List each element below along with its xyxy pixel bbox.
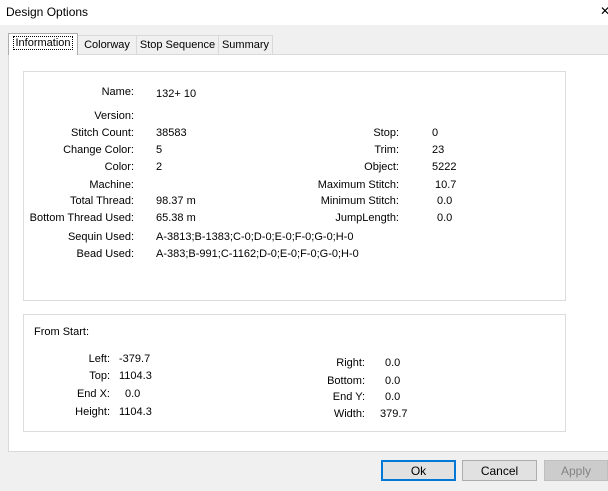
top-label: Top: bbox=[89, 370, 110, 382]
stop-label: Stop: bbox=[373, 127, 399, 139]
bead-used-label: Bead Used: bbox=[76, 248, 134, 260]
change-color-label: Change Color: bbox=[63, 144, 134, 156]
bottom-thread-value: 65.38 m bbox=[156, 212, 196, 224]
total-thread-label: Total Thread: bbox=[69, 195, 134, 207]
name-label: Name: bbox=[101, 86, 134, 98]
stop-value: 0 bbox=[432, 127, 439, 139]
trim-label: Trim: bbox=[374, 144, 399, 156]
trim-value: 23 bbox=[432, 144, 445, 156]
change-color-value: 5 bbox=[156, 144, 163, 156]
bead-used-value: A-383;B-991;C-1162;D-0;E-0;F-0;G-0;H-0 bbox=[156, 248, 359, 260]
bottom-value: 0.0 bbox=[385, 375, 401, 387]
window-title: Design Options bbox=[6, 5, 89, 19]
sequin-used-label: Sequin Used: bbox=[67, 231, 134, 243]
right-value: 0.0 bbox=[385, 357, 401, 369]
maximum-stitch-label: Maximum Stitch: bbox=[317, 179, 399, 191]
ok-button[interactable]: Ok bbox=[381, 460, 456, 481]
stitch-count-value: 38583 bbox=[156, 127, 187, 139]
bottom-thread-label: Bottom Thread Used: bbox=[29, 212, 134, 224]
minimum-stitch-value: 0.0 bbox=[437, 195, 453, 207]
jump-length-label: JumpLength: bbox=[335, 212, 399, 224]
total-thread-value: 98.37 m bbox=[156, 195, 196, 207]
sequin-used-value: A-3813;B-1383;C-0;D-0;E-0;F-0;G-0;H-0 bbox=[156, 231, 354, 243]
name-value: 132+ 10 bbox=[156, 88, 197, 100]
machine-label: Machine: bbox=[89, 179, 134, 191]
end-x-value: 0.0 bbox=[125, 388, 141, 400]
stitch-count-label: Stitch Count: bbox=[71, 127, 134, 139]
from-start-heading: From Start: bbox=[34, 326, 90, 338]
end-y-label: End Y: bbox=[332, 391, 365, 403]
jump-length-value: 0.0 bbox=[437, 212, 453, 224]
title-bar: Design Options ✕ bbox=[0, 0, 608, 25]
information-tab-page: Name: 132+ 10 Version: Stitch Count: 385… bbox=[8, 54, 608, 452]
maximum-stitch-value: 10.7 bbox=[435, 179, 457, 191]
color-label: Color: bbox=[104, 161, 134, 173]
design-options-dialog: Design Options ✕ Information Colorway St… bbox=[0, 0, 608, 491]
close-icon[interactable]: ✕ bbox=[600, 4, 608, 18]
version-label: Version: bbox=[94, 110, 134, 122]
tab-colorway[interactable]: Colorway bbox=[77, 35, 137, 54]
height-label: Height: bbox=[75, 406, 110, 418]
minimum-stitch-label: Minimum Stitch: bbox=[320, 195, 399, 207]
right-label: Right: bbox=[336, 357, 365, 369]
left-value: -379.7 bbox=[119, 353, 151, 365]
end-x-label: End X: bbox=[76, 388, 110, 400]
end-y-value: 0.0 bbox=[385, 391, 401, 403]
object-value: 5222 bbox=[432, 161, 457, 173]
height-value: 1104.3 bbox=[119, 406, 152, 418]
color-value: 2 bbox=[156, 161, 163, 173]
width-value: 379.7 bbox=[380, 408, 408, 420]
object-label: Object: bbox=[364, 161, 399, 173]
tab-information[interactable]: Information bbox=[8, 33, 78, 55]
apply-button[interactable]: Apply bbox=[544, 460, 608, 481]
tab-stop-sequence[interactable]: Stop Sequence bbox=[136, 35, 219, 54]
cancel-button[interactable]: Cancel bbox=[462, 460, 537, 481]
tab-summary[interactable]: Summary bbox=[218, 35, 273, 54]
top-value: 1104.3 bbox=[119, 370, 152, 382]
width-label: Width: bbox=[333, 408, 365, 420]
left-label: Left: bbox=[88, 353, 110, 365]
bottom-label: Bottom: bbox=[327, 375, 365, 387]
